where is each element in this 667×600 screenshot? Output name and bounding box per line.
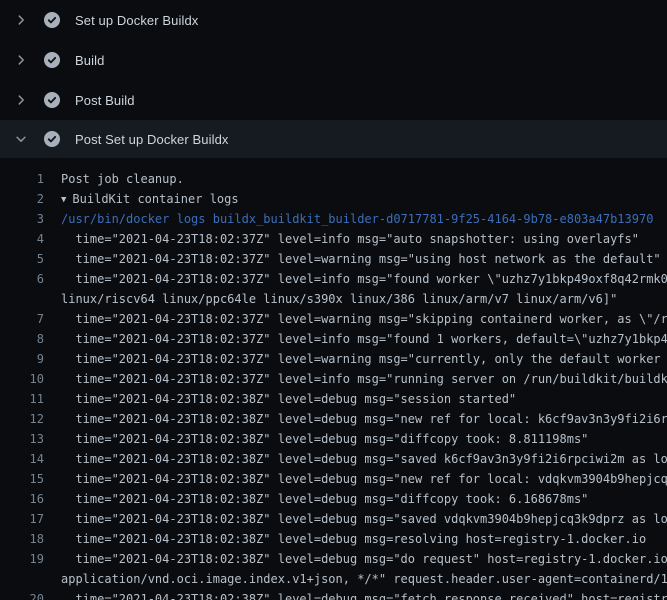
step-label: Post Set up Docker Buildx <box>75 132 229 147</box>
line-number[interactable]: 12 <box>0 409 44 429</box>
log-text: time="2021-04-23T18:02:38Z" level=debug … <box>61 409 667 429</box>
line-number[interactable]: 18 <box>0 529 44 549</box>
log-text: time="2021-04-23T18:02:38Z" level=debug … <box>61 509 667 529</box>
log-line: 1 Post job cleanup. <box>0 169 667 189</box>
log-line: linux/riscv64 linux/ppc64le linux/s390x … <box>0 289 667 309</box>
check-circle-icon <box>44 12 60 28</box>
line-number[interactable]: 9 <box>0 349 44 369</box>
log-text: time="2021-04-23T18:02:37Z" level=info m… <box>61 329 667 349</box>
log-text: application/vnd.oci.image.index.v1+json,… <box>61 569 667 589</box>
line-number[interactable]: 3 <box>0 209 44 229</box>
line-number[interactable]: 17 <box>0 509 44 529</box>
chevron-right-icon[interactable] <box>13 12 29 28</box>
log-text: time="2021-04-23T18:02:38Z" level=debug … <box>61 589 667 600</box>
log-text: time="2021-04-23T18:02:38Z" level=debug … <box>61 469 667 489</box>
log-line: 19 time="2021-04-23T18:02:38Z" level=deb… <box>0 549 667 569</box>
step-header-2[interactable]: Post Build <box>0 80 667 120</box>
log-line: 10 time="2021-04-23T18:02:37Z" level=inf… <box>0 369 667 389</box>
line-number[interactable]: 6 <box>0 269 44 289</box>
log-text: linux/riscv64 linux/ppc64le linux/s390x … <box>61 289 617 309</box>
log-line: 17 time="2021-04-23T18:02:38Z" level=deb… <box>0 509 667 529</box>
log-text: time="2021-04-23T18:02:37Z" level=warnin… <box>61 309 667 329</box>
line-number[interactable]: 4 <box>0 229 44 249</box>
log-text: time="2021-04-23T18:02:38Z" level=debug … <box>61 449 667 469</box>
log-line: 8 time="2021-04-23T18:02:37Z" level=info… <box>0 329 667 349</box>
chevron-down-icon[interactable] <box>13 131 29 147</box>
log-text: time="2021-04-23T18:02:38Z" level=debug … <box>61 489 588 509</box>
step-label: Build <box>75 53 104 68</box>
log-text: time="2021-04-23T18:02:37Z" level=info m… <box>61 229 639 249</box>
log-text: time="2021-04-23T18:02:38Z" level=debug … <box>61 389 516 409</box>
log-text: Post job cleanup. <box>61 169 184 189</box>
chevron-right-icon[interactable] <box>13 52 29 68</box>
log-line: 9 time="2021-04-23T18:02:37Z" level=warn… <box>0 349 667 369</box>
log-line: 5 time="2021-04-23T18:02:37Z" level=warn… <box>0 249 667 269</box>
line-number <box>0 289 44 309</box>
log-text: time="2021-04-23T18:02:38Z" level=debug … <box>61 529 646 549</box>
log-pane: 1 Post job cleanup. 2 ▼BuildKit containe… <box>0 158 667 600</box>
line-number[interactable]: 20 <box>0 589 44 600</box>
line-number[interactable]: 7 <box>0 309 44 329</box>
log-line: 14 time="2021-04-23T18:02:38Z" level=deb… <box>0 449 667 469</box>
log-line: 3 /usr/bin/docker logs buildx_buildkit_b… <box>0 209 667 229</box>
line-number[interactable]: 10 <box>0 369 44 389</box>
log-text: time="2021-04-23T18:02:37Z" level=info m… <box>61 369 667 389</box>
line-number[interactable]: 13 <box>0 429 44 449</box>
step-label: Set up Docker Buildx <box>75 13 198 28</box>
line-number <box>0 569 44 589</box>
log-text: ▼BuildKit container logs <box>61 189 239 209</box>
step-header-1[interactable]: Build <box>0 40 667 80</box>
chevron-right-icon[interactable] <box>13 92 29 108</box>
log-text: time="2021-04-23T18:02:37Z" level=warnin… <box>61 349 667 369</box>
line-number[interactable]: 15 <box>0 469 44 489</box>
group-collapse-toggle-icon[interactable]: ▼ <box>61 190 66 210</box>
line-number[interactable]: 1 <box>0 169 44 189</box>
steps-list: Set up Docker Buildx Build Post Buil <box>0 0 667 158</box>
log-text: time="2021-04-23T18:02:37Z" level=warnin… <box>61 249 661 269</box>
line-number[interactable]: 16 <box>0 489 44 509</box>
log-line: 15 time="2021-04-23T18:02:38Z" level=deb… <box>0 469 667 489</box>
log-line: 18 time="2021-04-23T18:02:38Z" level=deb… <box>0 529 667 549</box>
check-circle-icon <box>44 131 60 147</box>
log-text: /usr/bin/docker logs buildx_buildkit_bui… <box>61 209 653 229</box>
step-label: Post Build <box>75 93 135 108</box>
line-number[interactable]: 19 <box>0 549 44 569</box>
line-number[interactable]: 8 <box>0 329 44 349</box>
line-number[interactable]: 5 <box>0 249 44 269</box>
check-circle-icon <box>44 52 60 68</box>
line-number[interactable]: 14 <box>0 449 44 469</box>
log-line: 16 time="2021-04-23T18:02:38Z" level=deb… <box>0 489 667 509</box>
log-line: 12 time="2021-04-23T18:02:38Z" level=deb… <box>0 409 667 429</box>
log-line: 11 time="2021-04-23T18:02:38Z" level=deb… <box>0 389 667 409</box>
log-line: 6 time="2021-04-23T18:02:37Z" level=info… <box>0 269 667 289</box>
log-line: 20 time="2021-04-23T18:02:38Z" level=deb… <box>0 589 667 600</box>
log-line: 2 ▼BuildKit container logs <box>0 189 667 209</box>
log-text: time="2021-04-23T18:02:38Z" level=debug … <box>61 429 588 449</box>
log-text: time="2021-04-23T18:02:37Z" level=info m… <box>61 269 667 289</box>
line-number[interactable]: 11 <box>0 389 44 409</box>
line-number[interactable]: 2 <box>0 189 44 209</box>
log-text: time="2021-04-23T18:02:38Z" level=debug … <box>61 549 667 569</box>
step-header-0[interactable]: Set up Docker Buildx <box>0 0 667 40</box>
check-circle-icon <box>44 92 60 108</box>
step-header-3[interactable]: Post Set up Docker Buildx <box>0 120 667 158</box>
log-line: 7 time="2021-04-23T18:02:37Z" level=warn… <box>0 309 667 329</box>
log-line: 4 time="2021-04-23T18:02:37Z" level=info… <box>0 229 667 249</box>
log-line: 13 time="2021-04-23T18:02:38Z" level=deb… <box>0 429 667 449</box>
log-line: application/vnd.oci.image.index.v1+json,… <box>0 569 667 589</box>
